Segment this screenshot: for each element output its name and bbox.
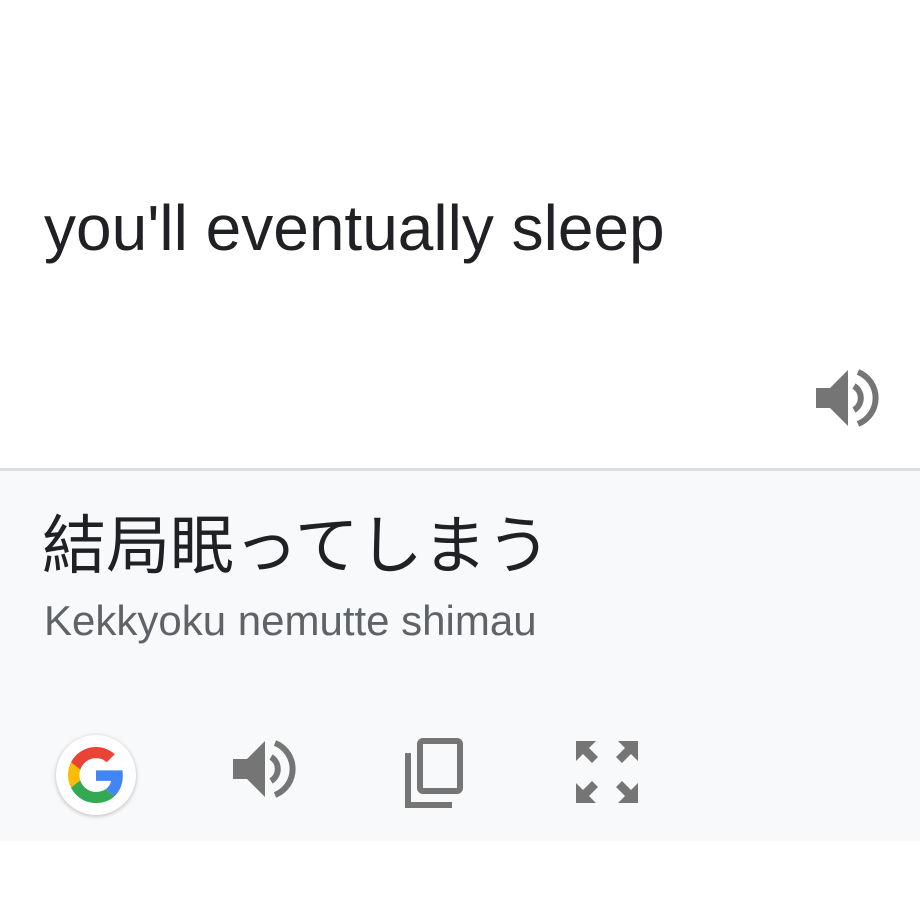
source-listen-button[interactable] [812, 366, 880, 430]
source-text[interactable]: you'll eventually sleep [44, 186, 665, 270]
translation-text[interactable]: 結局眠ってしまう [42, 507, 551, 587]
google-button[interactable] [56, 735, 136, 815]
copy-button[interactable] [400, 735, 468, 809]
fullscreen-icon [576, 741, 638, 803]
source-panel: you'll eventually sleep [0, 0, 920, 468]
translation-panel: 結局眠ってしまう Kekkyoku nemutte shimau [0, 471, 920, 841]
fullscreen-button[interactable] [572, 737, 642, 807]
volume-icon [816, 369, 879, 427]
bottom-spacer [0, 841, 920, 920]
google-logo-icon [68, 747, 123, 803]
translate-card: you'll eventually sleep 結局眠ってしまう Kekkyok… [0, 0, 920, 920]
translation-listen-button[interactable] [228, 737, 298, 801]
copy-icon [405, 738, 463, 808]
romanization-text: Kekkyoku nemutte shimau [44, 597, 537, 644]
volume-icon [233, 740, 296, 798]
